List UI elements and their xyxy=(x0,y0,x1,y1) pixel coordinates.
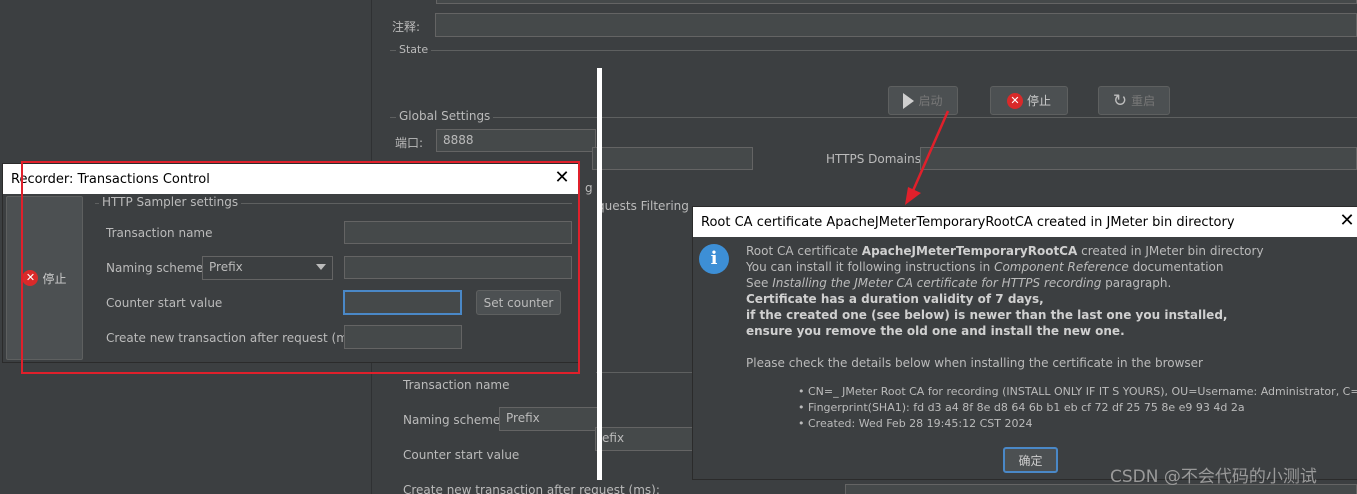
restart-icon: ↻ xyxy=(1112,90,1128,111)
bg-prefix-field[interactable]: efix xyxy=(595,427,695,451)
cert-line-4: Certificate has a duration validity of 7… xyxy=(746,292,1044,306)
stop-button-label: 停止 xyxy=(1026,94,1051,108)
restart-button-label: 重启 xyxy=(1131,94,1156,108)
bg-counter-start-label: Counter start value xyxy=(403,448,520,462)
https-domains-field[interactable] xyxy=(920,147,1357,170)
info-icon: i xyxy=(699,244,729,274)
global-settings-group xyxy=(390,117,1357,118)
cert-line-7: Please check the details below when inst… xyxy=(746,356,1203,370)
comment-label: 注释: xyxy=(392,20,421,34)
bg-naming-scheme-label: Naming scheme xyxy=(403,413,501,427)
name-field[interactable] xyxy=(436,0,1357,4)
bg-sampler-group xyxy=(596,372,696,373)
cert-line-5: if the created one (see below) is newer … xyxy=(746,308,1228,322)
requests-filtering-tab[interactable]: quests Filtering xyxy=(597,199,689,213)
bg-naming-scheme-select[interactable]: Prefix xyxy=(499,407,599,431)
annotation-highlight-box xyxy=(21,161,580,374)
watermark: CSDN @不会代码的小测试 xyxy=(1110,467,1317,487)
global-settings-title: Global Settings xyxy=(396,109,494,123)
ok-button-label: 确定 xyxy=(1018,453,1043,468)
stop-button[interactable]: ✕ 停止 xyxy=(990,86,1068,115)
cert-bullet-fingerprint: • Fingerprint(SHA1): fd d3 a4 8f 8e d8 6… xyxy=(798,401,1245,414)
cert-line-6: ensure you remove the old one and instal… xyxy=(746,324,1125,338)
restart-button[interactable]: ↻ 重启 xyxy=(1098,86,1170,115)
cert-bullet-cn: • CN=_ JMeter Root CA for recording (INS… xyxy=(798,385,1357,398)
root-ca-dialog-title-text: Root CA certificate ApacheJMeterTemporar… xyxy=(701,214,1235,230)
state-group-title: State xyxy=(396,43,432,56)
state-group xyxy=(390,50,1357,51)
annotation-arrow xyxy=(905,110,950,205)
port-field[interactable]: 8888 xyxy=(436,129,596,152)
cert-bullet-created: • Created: Wed Feb 28 19:45:12 CST 2024 xyxy=(798,417,1033,430)
stop-icon: ✕ xyxy=(1006,92,1023,109)
cert-line-3: See Installing the JMeter CA certificate… xyxy=(746,276,1172,290)
port-field-extension[interactable] xyxy=(592,147,753,170)
cert-line-2: You can install it following instruction… xyxy=(746,260,1224,274)
divider-bar xyxy=(597,68,602,480)
root-ca-dialog-title: Root CA certificate ApacheJMeterTemporar… xyxy=(693,207,1357,237)
clipped-tab-label[interactable]: g xyxy=(585,181,593,195)
ok-button[interactable]: 确定 xyxy=(1003,447,1058,473)
root-ca-dialog: Root CA certificate ApacheJMeterTemporar… xyxy=(692,206,1357,480)
port-label: 端口: xyxy=(395,136,424,150)
close-icon[interactable]: ✕ xyxy=(1337,211,1357,231)
bg-create-new-label: Create new transaction after request (ms… xyxy=(403,483,660,494)
cert-line-1: Root CA certificate ApacheJMeterTemporar… xyxy=(746,244,1264,258)
bg-transaction-name-label: Transaction name xyxy=(403,378,510,392)
comment-field[interactable] xyxy=(435,13,1357,37)
